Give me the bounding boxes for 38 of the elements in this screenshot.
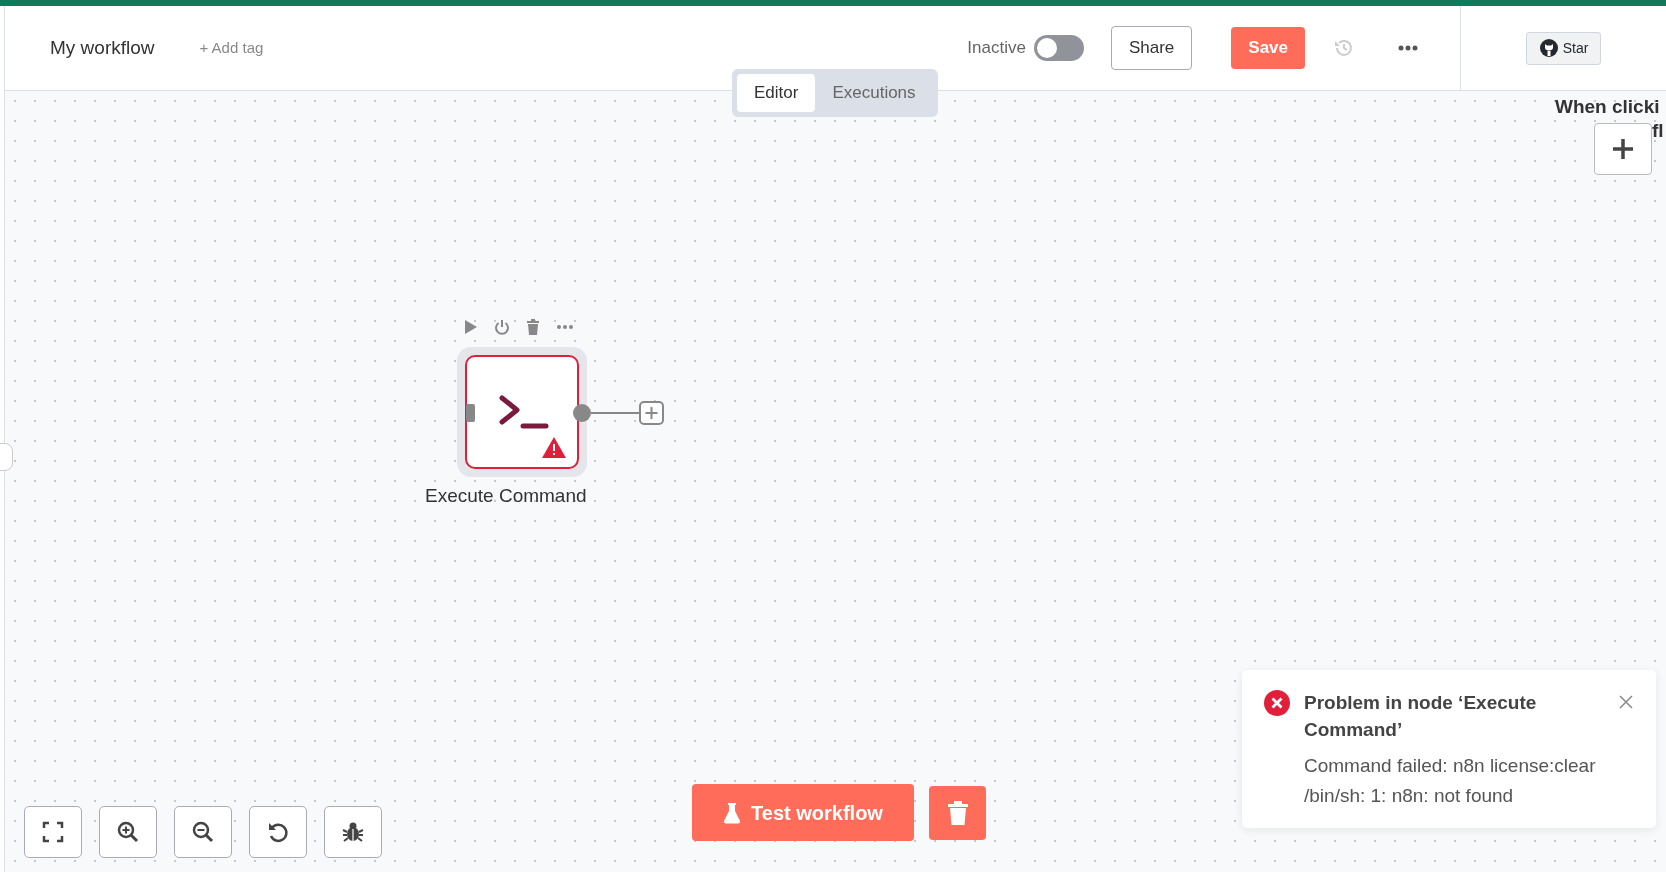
view-tab[interactable]: Editor — [737, 74, 816, 112]
input-handle[interactable] — [466, 404, 475, 422]
fit-view-button[interactable] — [24, 806, 82, 858]
debug-button[interactable] — [324, 806, 382, 858]
undo-icon — [267, 821, 289, 843]
reset-zoom-button[interactable] — [249, 806, 307, 858]
trigger-node-label: fl — [1652, 119, 1664, 143]
active-label: Inactive — [967, 37, 1026, 60]
add-node-button[interactable] — [1594, 123, 1652, 175]
trigger-node-label: When clicki — [1555, 95, 1660, 119]
close-icon[interactable] — [1618, 694, 1634, 710]
power-icon[interactable] — [493, 318, 511, 336]
toast-message: Command failed: n8n license:clear /bin/sh: 1: n8n: not found — [1304, 754, 1596, 808]
active-toggle[interactable] — [1033, 35, 1084, 61]
view-tab[interactable]: Executions — [815, 74, 933, 112]
node-label: Execute Command — [425, 484, 587, 508]
zoom-out-icon — [192, 821, 214, 843]
clear-execution-button[interactable] — [929, 786, 986, 840]
github-icon — [1538, 38, 1559, 58]
zoom-in-icon — [117, 821, 139, 843]
star-button[interactable]: Star — [1525, 31, 1602, 65]
fullscreen-icon — [42, 821, 64, 843]
node-card[interactable] — [465, 355, 579, 469]
flask-icon — [723, 801, 742, 824]
toast-title: Problem in node ‘Execute Command’ — [1304, 691, 1538, 742]
zoom-in-button[interactable] — [99, 806, 157, 858]
workflow-name[interactable]: My workflow — [50, 33, 155, 63]
error-icon — [1264, 690, 1290, 716]
bug-icon — [342, 821, 364, 843]
collapse-handle[interactable] — [0, 443, 13, 471]
warning-icon — [541, 436, 567, 459]
plus-icon — [1612, 138, 1634, 160]
trash-icon[interactable] — [524, 318, 542, 336]
terminal-icon — [499, 395, 549, 431]
zoom-out-button[interactable] — [174, 806, 232, 858]
trash-icon — [946, 801, 969, 825]
add-tag-link[interactable]: + Add tag — [199, 36, 264, 60]
share-button[interactable]: Share — [1110, 26, 1193, 70]
